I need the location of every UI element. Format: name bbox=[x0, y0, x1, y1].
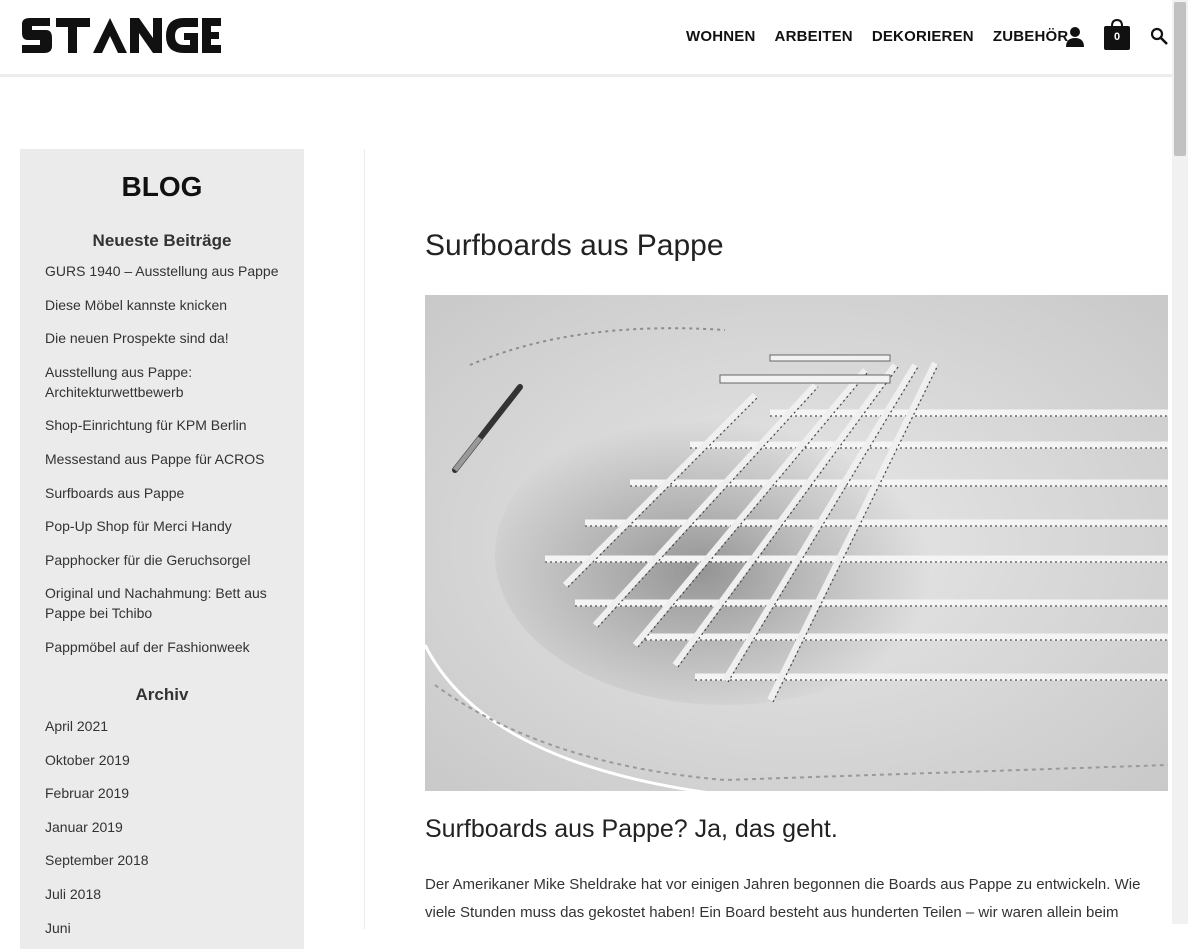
post-body: Der Amerikaner Mike Sheldrake hat vor ei… bbox=[425, 876, 1141, 921]
recent-post-link[interactable]: Surfboards aus Pappe bbox=[45, 483, 285, 503]
stange-logo[interactable] bbox=[20, 18, 222, 54]
recent-post-link[interactable]: Shop-Einrichtung für KPM Berlin bbox=[45, 415, 285, 435]
surfboard-photo bbox=[425, 295, 1168, 791]
blog-sidebar: BLOG Neueste Beiträge GURS 1940 – Ausste… bbox=[20, 149, 304, 949]
archive-link[interactable]: Juni bbox=[45, 918, 285, 938]
content-divider bbox=[364, 149, 365, 929]
archive-link[interactable]: Oktober 2019 bbox=[45, 750, 285, 770]
nav-item-zubehoer[interactable]: ZUBEHÖR bbox=[993, 28, 1069, 45]
recent-post-link[interactable]: Ausstellung aus Pappe: Architekturwettbe… bbox=[45, 362, 285, 402]
recent-post-link[interactable]: Pop-Up Shop für Merci Handy bbox=[45, 516, 285, 536]
post-subtitle: Surfboards aus Pappe? Ja, das geht. bbox=[425, 815, 838, 843]
recent-posts-heading: Neueste Beiträge bbox=[92, 231, 232, 250]
recent-post-link[interactable]: Pappmöbel auf der Fashionweek bbox=[45, 637, 285, 657]
recent-post-link[interactable]: Diese Möbel kannste knicken bbox=[45, 295, 285, 315]
recent-post-link[interactable]: GURS 1940 – Ausstellung aus Pappe bbox=[45, 261, 285, 281]
search-icon[interactable] bbox=[1150, 27, 1168, 45]
recent-post-link[interactable]: Messestand aus Pappe für ACROS bbox=[45, 449, 285, 469]
nav-item-dekorieren[interactable]: DEKORIEREN bbox=[872, 28, 974, 45]
post-hero-image bbox=[425, 295, 1168, 791]
archive-link[interactable]: Februar 2019 bbox=[45, 783, 285, 803]
user-icon[interactable] bbox=[1064, 26, 1086, 48]
archive-link[interactable]: Juli 2018 bbox=[45, 884, 285, 904]
cart-count: 0 bbox=[1113, 31, 1121, 43]
recent-posts-list: GURS 1940 – Ausstellung aus Pappe Diese … bbox=[45, 261, 285, 671]
recent-post-link[interactable]: Papphocker für die Geruchsorgel bbox=[45, 550, 285, 570]
cart-button[interactable]: 0 bbox=[1103, 17, 1131, 51]
post-title: Surfboards aus Pappe bbox=[425, 229, 724, 262]
archive-link[interactable]: Januar 2019 bbox=[45, 817, 285, 837]
recent-post-link[interactable]: Die neuen Prospekte sind da! bbox=[45, 328, 285, 348]
sidebar-title: BLOG bbox=[121, 171, 203, 202]
archive-link[interactable]: April 2021 bbox=[45, 716, 285, 736]
nav-item-arbeiten[interactable]: ARBEITEN bbox=[775, 28, 853, 45]
main-nav: WOHNEN ARBEITEN DEKORIEREN ZUBEHÖR bbox=[686, 28, 1068, 45]
site-header: WOHNEN ARBEITEN DEKORIEREN ZUBEHÖR 0 bbox=[0, 0, 1172, 74]
scrollbar-thumb[interactable] bbox=[1174, 2, 1186, 156]
archive-heading: Archiv bbox=[135, 685, 189, 704]
recent-post-link[interactable]: Original und Nachahmung: Bett aus Pappe … bbox=[45, 583, 285, 623]
nav-item-wohnen[interactable]: WOHNEN bbox=[686, 28, 756, 45]
archive-list: April 2021 Oktober 2019 Februar 2019 Jan… bbox=[45, 716, 285, 951]
archive-link[interactable]: September 2018 bbox=[45, 850, 285, 870]
header-divider bbox=[0, 74, 1172, 77]
